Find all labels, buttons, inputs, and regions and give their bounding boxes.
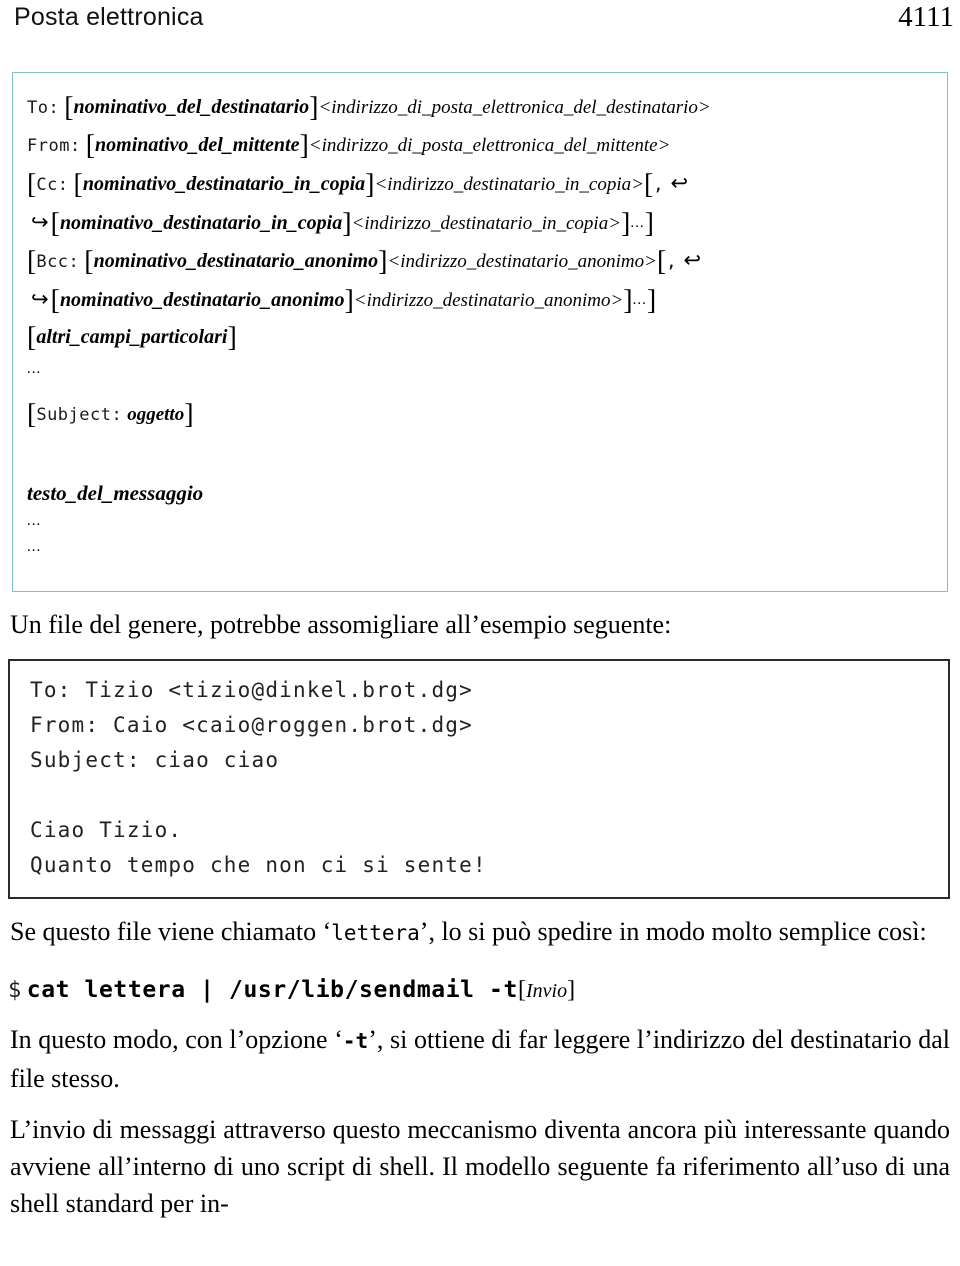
- subject-label: Subject:: [36, 405, 123, 425]
- bracket-open-icon: [: [656, 246, 667, 277]
- ellipsis-line-body-2: ...: [27, 539, 42, 555]
- paragraph-after-command: In questo modo, con l’opzione ‘-t’, si o…: [10, 1021, 950, 1097]
- other-fields-placeholder: altri_campi_particolari: [36, 326, 228, 348]
- syntax-line-bcc: [Bcc: [nominativo_destinatario_anonimo]<…: [27, 242, 933, 281]
- message-body-placeholder: testo_del_messaggio: [27, 481, 204, 505]
- paragraph-closing: L’invio di messaggi attraverso questo me…: [10, 1115, 950, 1218]
- bcc-label: Bcc:: [36, 252, 80, 272]
- filename-lettera: lettera: [331, 921, 420, 945]
- bracket-close-icon: ]: [621, 208, 631, 239]
- bcc-name-placeholder-2: nominativo_destinatario_anonimo: [59, 289, 345, 311]
- ellipsis-line-headers: ...: [27, 361, 42, 377]
- from-address-placeholder: <indirizzo_di_posta_elettronica_del_mitt…: [308, 135, 671, 156]
- page-title: Posta elettronica: [14, 3, 204, 31]
- bracket-open-icon: [: [85, 130, 96, 161]
- email-syntax-box: To: [nominativo_del_destinatario]<indiri…: [12, 72, 948, 592]
- syntax-line-to: To: [nominativo_del_destinatario]<indiri…: [27, 89, 933, 127]
- bracket-close-icon: ]: [299, 130, 309, 161]
- bracket-close-icon: ]: [623, 285, 633, 316]
- example-line-subject: Subject: ciao ciao: [30, 748, 280, 772]
- line-continuation-end-icon: ↩: [670, 171, 689, 195]
- ellipsis: ...: [632, 292, 647, 308]
- bracket-open-icon: [: [50, 285, 60, 316]
- bracket-open-icon: [: [27, 246, 37, 277]
- syntax-line-bcc-continuation: ↪[nominativo_destinatario_anonimo]<indir…: [27, 281, 933, 319]
- cc-address-placeholder-2: <indirizzo_destinatario_in_copia>: [351, 213, 622, 234]
- enter-key-label: Invio: [525, 980, 568, 1002]
- shell-command-text: cat lettera | /usr/lib/sendmail -t: [26, 977, 518, 1003]
- syntax-line-from: From: [nominativo_del_mittente]<indirizz…: [27, 127, 933, 165]
- bracket-open-icon: [: [73, 169, 83, 200]
- syntax-line-cc-continuation: ↪[nominativo_destinatario_in_copia]<indi…: [27, 204, 933, 242]
- paragraph-intro: Un file del genere, potrebbe assomigliar…: [10, 610, 672, 639]
- syntax-line-subject: [Subject: oggetto]: [27, 396, 933, 434]
- from-name-placeholder: nominativo_del_mittente: [95, 134, 300, 156]
- to-address-placeholder: <indirizzo_di_posta_elettronica_del_dest…: [318, 97, 711, 118]
- example-line-blank: [30, 778, 948, 813]
- bracket-close-icon: ]: [646, 285, 657, 316]
- bracket-close-icon: ]: [227, 322, 237, 353]
- bracket-open-icon: [: [84, 246, 94, 277]
- paragraph-after-example: Se questo file viene chiamato ‘lettera’,…: [10, 913, 950, 952]
- to-label: To:: [27, 98, 60, 118]
- bracket-close-icon: ]: [344, 285, 354, 316]
- page-content: To: [nominativo_del_destinatario]<indiri…: [0, 46, 960, 1222]
- paragraph-after-example-part2: ’, lo si può spedire in modo molto sempl…: [419, 917, 927, 946]
- bracket-close-icon: ]: [184, 399, 194, 430]
- syntax-line-other-fields: [altri_campi_particolari]: [27, 319, 933, 356]
- bracket-open-icon: [: [27, 322, 37, 353]
- example-line-from: From: Caio <caio@roggen.brot.dg>: [30, 713, 473, 737]
- bcc-name-placeholder: nominativo_destinatario_anonimo: [93, 250, 379, 272]
- comma-separator: ,: [666, 252, 677, 272]
- bracket-open-icon: [: [50, 208, 60, 239]
- comma-separator: ,: [653, 175, 664, 195]
- ellipsis: ...: [630, 215, 645, 231]
- bracket-close-icon: ]: [567, 977, 576, 1003]
- example-line-message: Quanto tempo che non ci si sente!: [30, 853, 487, 877]
- example-line-to: To: Tizio <tizio@dinkel.brot.dg>: [30, 678, 473, 702]
- from-label: From:: [27, 136, 81, 156]
- bracket-open-icon: [: [643, 169, 654, 200]
- option-flag-t: -t: [342, 1029, 369, 1053]
- cc-name-placeholder-2: nominativo_destinatario_in_copia: [59, 212, 343, 234]
- email-example-box: To: Tizio <tizio@dinkel.brot.dg> From: C…: [8, 659, 950, 899]
- shell-command-line: $ cat lettera | /usr/lib/sendmail -t[Inv…: [8, 974, 950, 1007]
- line-continuation-start-icon: ↪: [31, 210, 49, 234]
- paragraph-after-example-part1: Se questo file viene chiamato ‘: [10, 917, 332, 946]
- bracket-open-icon: [: [517, 977, 526, 1003]
- page-number: 4111: [898, 1, 954, 33]
- to-name-placeholder: nominativo_del_destinatario: [73, 96, 310, 118]
- cc-label: Cc:: [36, 175, 69, 195]
- bcc-address-placeholder: <indirizzo_destinatario_anonimo>: [387, 251, 657, 272]
- shell-prompt: $: [8, 978, 22, 1003]
- cc-address-placeholder: <indirizzo_destinatario_in_copia>: [374, 174, 644, 195]
- subject-value-placeholder: oggetto: [127, 404, 185, 425]
- bracket-open-icon: [: [64, 92, 74, 123]
- cc-name-placeholder: nominativo_destinatario_in_copia: [82, 173, 366, 195]
- page-header: Posta elettronica 4111: [0, 0, 960, 46]
- paragraph-after-command-part1: In questo modo, con l’opzione ‘: [10, 1025, 343, 1054]
- bracket-open-icon: [: [27, 169, 37, 200]
- ellipsis-line-body-1: ...: [27, 513, 42, 529]
- syntax-line-cc: [Cc: [nominativo_destinatario_in_copia]<…: [27, 165, 933, 204]
- bcc-address-placeholder-2: <indirizzo_destinatario_anonimo>: [353, 290, 624, 311]
- bracket-close-icon: ]: [342, 208, 352, 239]
- example-line-greeting: Ciao Tizio.: [30, 818, 183, 842]
- bracket-close-icon: ]: [644, 208, 654, 239]
- bracket-open-icon: [: [27, 399, 37, 430]
- line-continuation-end-icon: ↩: [683, 248, 702, 272]
- line-continuation-start-icon: ↪: [31, 287, 49, 311]
